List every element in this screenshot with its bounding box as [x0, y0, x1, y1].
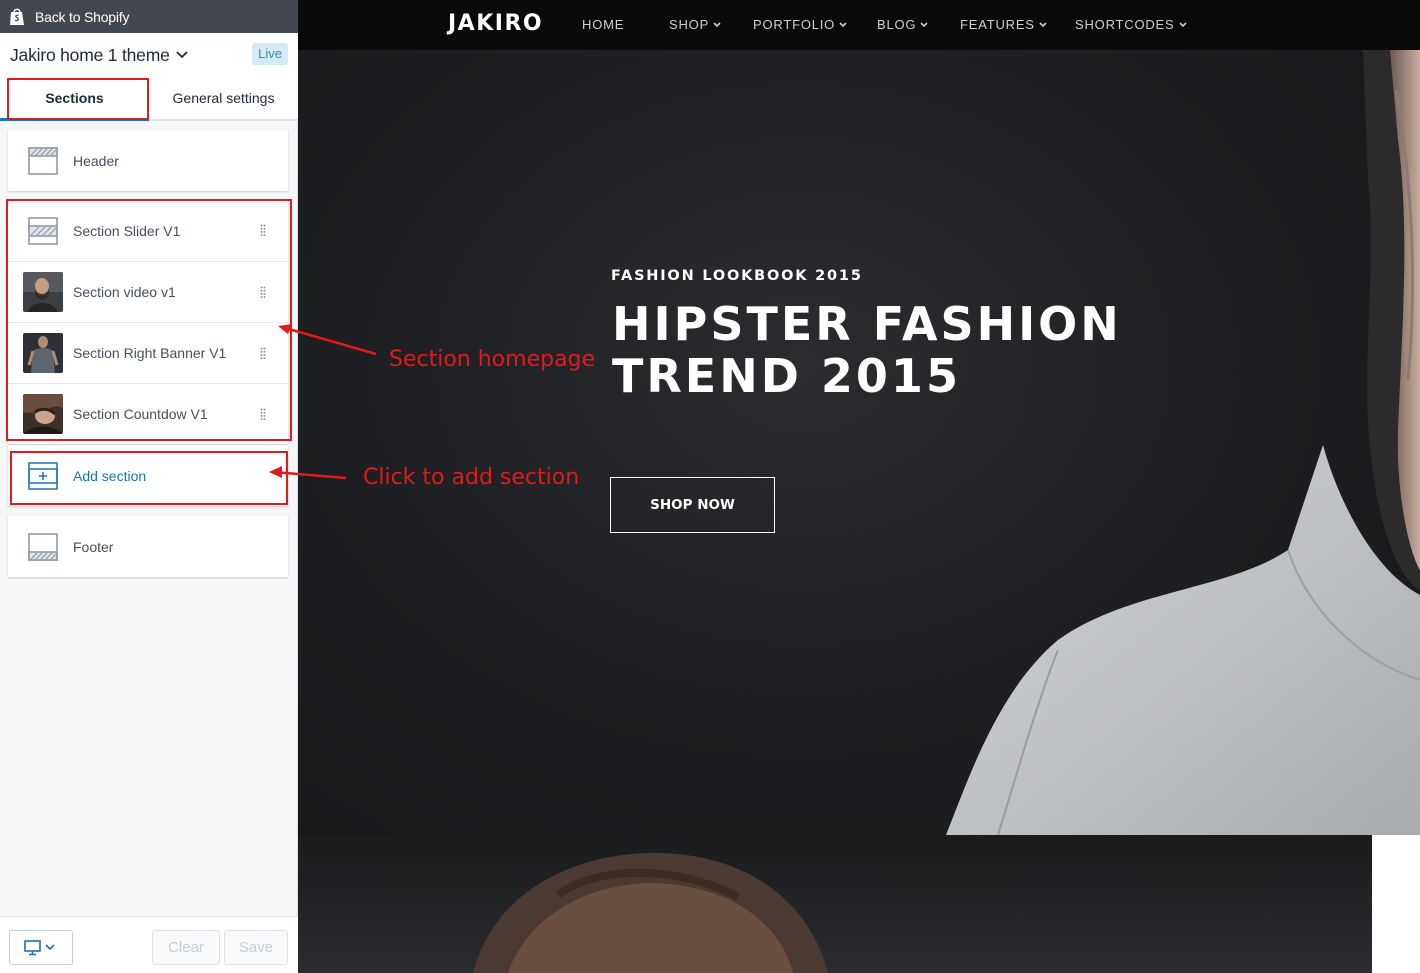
annotation-arrows: [269, 324, 377, 480]
add-section-annotation: Click to add section: [363, 465, 580, 490]
section-homepage-annotation: Section homepage: [389, 347, 596, 372]
